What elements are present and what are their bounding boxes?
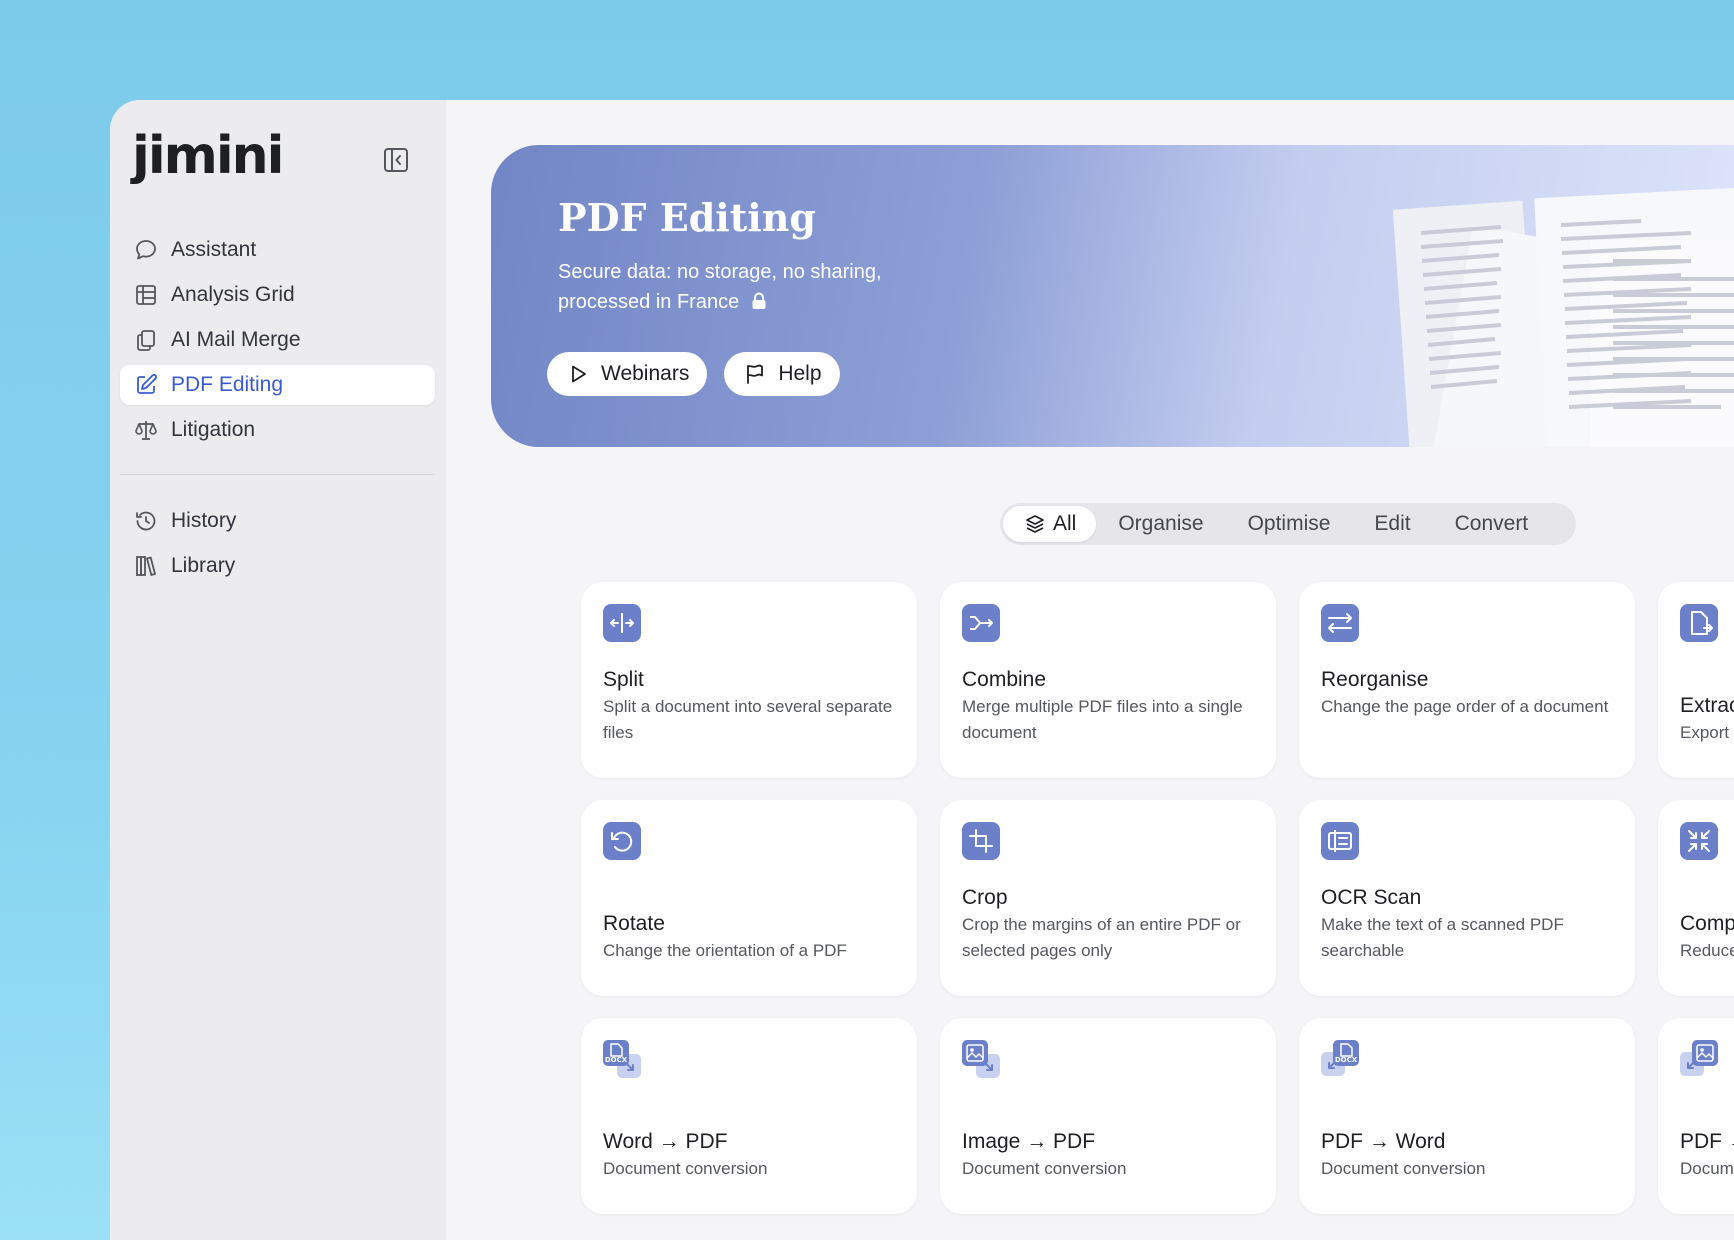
tool-title: Extrac: [1680, 694, 1734, 717]
nav-divider: [120, 474, 435, 475]
tool-card-ocr-scan[interactable]: OCR Scan Make the text of a scanned PDF …: [1299, 800, 1635, 996]
sidebar-item-litigation[interactable]: Litigation: [120, 410, 435, 450]
tool-card-pdf-to-image[interactable]: PDF → Docum: [1658, 1018, 1734, 1214]
page-title: PDF Editing: [558, 195, 816, 240]
tool-card-reorganise[interactable]: Reorganise Change the page order of a do…: [1299, 582, 1635, 778]
grid-icon: [136, 285, 156, 305]
tab-all[interactable]: All: [1003, 506, 1097, 542]
flag-icon: [747, 364, 764, 384]
tool-card-word-to-pdf[interactable]: DOCX Word → PDF Document conversion: [581, 1018, 917, 1214]
sidebar-nav: Assistant Analysis Grid AI Mail Merge PD…: [120, 230, 435, 591]
webinars-label: Webinars: [601, 362, 690, 385]
sidebar: jimini Assistant Analysis Grid AI Mail M…: [110, 100, 446, 1240]
hero-banner: PDF Editing Secure data: no storage, no …: [491, 145, 1734, 447]
tool-card-rotate[interactable]: Rotate Change the orientation of a PDF: [581, 800, 917, 996]
tool-title: Comp: [1680, 912, 1734, 935]
crop-icon: [962, 822, 1000, 860]
sidebar-item-label: AI Mail Merge: [171, 328, 301, 351]
tool-title: PDF →: [1680, 1130, 1734, 1153]
docx-badge: DOCX: [605, 1056, 628, 1064]
pdf-to-docx-icon: DOCX: [1321, 1040, 1359, 1076]
sidebar-item-history[interactable]: History: [120, 501, 435, 541]
tool-card-image-to-pdf[interactable]: Image → PDF Document conversion: [940, 1018, 1276, 1214]
copy-docs-icon: [137, 330, 155, 351]
sidebar-item-ai-mail-merge[interactable]: AI Mail Merge: [120, 320, 435, 360]
tool-card-combine[interactable]: Combine Merge multiple PDF files into a …: [940, 582, 1276, 778]
compress-icon: [1680, 822, 1718, 860]
tool-card-crop[interactable]: Crop Crop the margins of an entire PDF o…: [940, 800, 1276, 996]
tab-label: All: [1053, 512, 1077, 535]
tool-title: PDF → Word: [1321, 1130, 1446, 1153]
tab-organise[interactable]: Organise: [1096, 506, 1225, 542]
scales-icon: [135, 421, 157, 440]
tool-desc: Docum: [1680, 1159, 1734, 1178]
image-to-pdf-icon: [962, 1040, 1000, 1078]
sidebar-item-label: Assistant: [171, 238, 257, 261]
tool-title: Word → PDF: [603, 1130, 728, 1153]
tool-card-extract[interactable]: Extrac Export: [1658, 582, 1734, 778]
tool-title: Image → PDF: [962, 1130, 1096, 1153]
tool-title: Reorganise: [1321, 668, 1429, 691]
webinars-button[interactable]: Webinars: [547, 352, 708, 396]
tool-desc: Change the orientation of a PDF: [603, 941, 847, 960]
ocr-scan-icon: [1321, 822, 1359, 860]
app-window: jimini Assistant Analysis Grid AI Mail M…: [110, 100, 1734, 1240]
sidebar-item-analysis-grid[interactable]: Analysis Grid: [120, 275, 435, 315]
documents-illustration: [1392, 187, 1734, 447]
tab-edit[interactable]: Edit: [1352, 506, 1432, 542]
merge-icon: [962, 604, 1000, 642]
tool-card-compress[interactable]: Comp Reduce: [1658, 800, 1734, 996]
sidebar-item-label: Litigation: [171, 418, 256, 441]
sidebar-item-label: History: [171, 509, 237, 532]
sidebar-collapse-icon[interactable]: [382, 146, 410, 174]
rotate-icon: [603, 822, 641, 860]
sidebar-item-label: Library: [171, 554, 236, 577]
tool-card-pdf-to-word[interactable]: DOCX PDF → Word Document conversion: [1299, 1018, 1635, 1214]
docx-to-pdf-icon: DOCX: [603, 1040, 641, 1078]
tool-desc: Split a document into several separate f…: [603, 697, 893, 742]
help-label: Help: [778, 362, 822, 385]
tool-desc: Change the page order of a document: [1321, 697, 1609, 716]
sidebar-item-label: PDF Editing: [171, 373, 284, 396]
split-icon: [603, 604, 641, 642]
tool-desc: Make the text of a scanned PDF searchabl…: [1321, 915, 1564, 960]
tool-title: Rotate: [603, 912, 665, 935]
hero-actions: Webinars Help: [547, 352, 840, 396]
tab-optimise[interactable]: Optimise: [1226, 506, 1353, 542]
hero-subtitle-text: Secure data: no storage, no sharing, pro…: [558, 261, 882, 313]
edit-pencil-icon: [137, 374, 157, 394]
library-icon: [136, 556, 156, 576]
sidebar-item-library[interactable]: Library: [120, 546, 435, 586]
layers-icon: [1026, 515, 1044, 533]
tool-title: Split: [603, 668, 644, 691]
tool-desc: Document conversion: [962, 1159, 1127, 1178]
docx-badge: DOCX: [1335, 1056, 1358, 1064]
history-icon: [136, 511, 156, 531]
tool-desc: Reduce: [1680, 941, 1734, 960]
hero-subtitle: Secure data: no storage, no sharing, pro…: [558, 257, 888, 317]
sidebar-item-assistant[interactable]: Assistant: [120, 230, 435, 270]
category-filter: All Organise Optimise Edit Convert: [1000, 503, 1576, 545]
tab-convert[interactable]: Convert: [1433, 506, 1551, 542]
pdf-to-image-icon: [1680, 1040, 1718, 1076]
tool-card-split[interactable]: Split Split a document into several sepa…: [581, 582, 917, 778]
tool-desc: Merge multiple PDF files into a single d…: [962, 697, 1243, 742]
logo: jimini: [132, 126, 284, 186]
swap-arrows-icon: [1321, 604, 1359, 642]
tool-desc: Document conversion: [603, 1159, 768, 1178]
help-button[interactable]: Help: [724, 352, 840, 396]
tool-desc: Crop the margins of an entire PDF or sel…: [962, 915, 1241, 960]
tool-desc: Export: [1680, 723, 1730, 742]
sidebar-item-pdf-editing[interactable]: PDF Editing: [120, 365, 435, 405]
lock-icon: [752, 292, 766, 309]
tool-desc: Document conversion: [1321, 1159, 1486, 1178]
tool-title: Crop: [962, 886, 1008, 909]
sidebar-item-label: Analysis Grid: [171, 283, 295, 306]
extract-file-icon: [1680, 604, 1718, 642]
play-icon: [572, 365, 586, 383]
tool-title: Combine: [962, 668, 1047, 691]
chat-bubble-icon: [136, 240, 156, 260]
main-content: PDF Editing Secure data: no storage, no …: [446, 100, 1734, 1240]
tool-title: OCR Scan: [1321, 886, 1422, 909]
